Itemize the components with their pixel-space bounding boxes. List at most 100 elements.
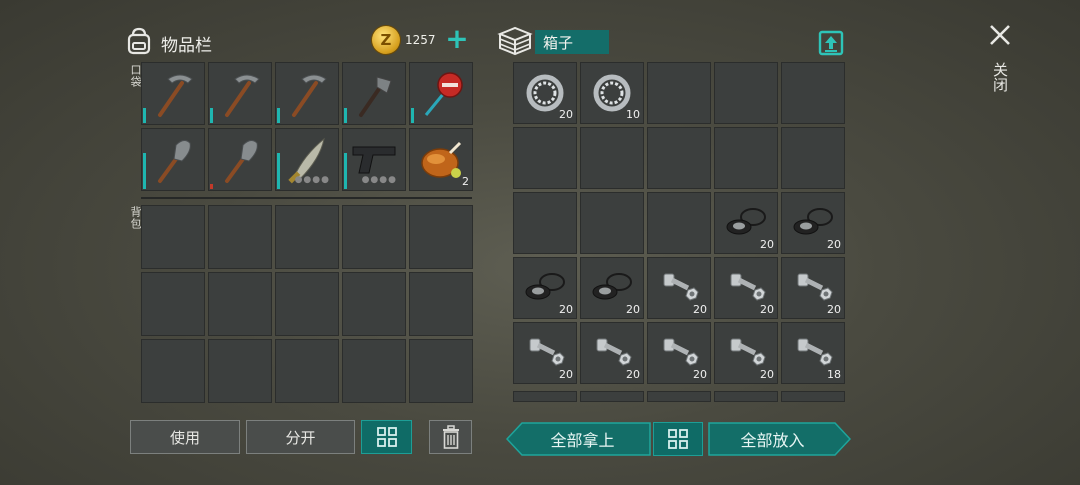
pocket-slot[interactable] (208, 128, 272, 191)
box-slot[interactable]: 20 (714, 192, 778, 254)
box-slot[interactable] (513, 391, 577, 402)
item-count: 20 (626, 303, 640, 316)
durability-bar (143, 108, 146, 123)
bolt-nut-icon (723, 268, 769, 308)
coin-icon: Z (372, 26, 400, 54)
box-slot[interactable]: 20 (513, 322, 577, 384)
backpack-slot[interactable] (409, 272, 473, 336)
backpack-slot[interactable] (275, 272, 339, 336)
box-slot[interactable] (781, 62, 845, 124)
grid-sort-icon (668, 429, 688, 449)
pocket-slot[interactable] (275, 62, 339, 125)
pocket-slot[interactable] (141, 128, 205, 191)
backpack-slot[interactable] (141, 272, 205, 336)
pocket-slot[interactable]: 2 (409, 128, 473, 191)
box-slot[interactable]: 20 (580, 322, 644, 384)
close-label[interactable]: 关闭 (990, 62, 1011, 92)
box-slot[interactable]: 20 (580, 257, 644, 319)
backpack-slot[interactable] (409, 205, 473, 269)
box-slot[interactable] (714, 391, 778, 402)
shovel-icon (146, 133, 200, 187)
take-all-button[interactable]: 全部拿上 (520, 422, 645, 456)
box-slot[interactable] (647, 391, 711, 402)
backpack-slot[interactable] (141, 205, 205, 269)
pocket-slot[interactable] (342, 62, 406, 125)
item-count: 20 (760, 303, 774, 316)
split-button[interactable]: 分开 (246, 420, 355, 454)
box-slot[interactable] (714, 127, 778, 189)
hatchet-icon (347, 67, 401, 121)
store-all-top-button[interactable] (818, 28, 844, 56)
box-slot[interactable]: 20 (781, 192, 845, 254)
pocket-slot[interactable]: ●●●● (342, 128, 406, 191)
box-slot[interactable] (781, 127, 845, 189)
backpack-slot[interactable] (208, 205, 272, 269)
pocket-slot[interactable] (409, 62, 473, 125)
box-icon (497, 26, 533, 56)
box-slot[interactable]: 20 (781, 257, 845, 319)
pickaxe-icon (280, 67, 334, 121)
inventory-header: 物品栏 Z 1257 + (124, 25, 472, 58)
box-slot[interactable] (513, 192, 577, 254)
backpack-slot[interactable] (208, 272, 272, 336)
item-count: 18 (827, 368, 841, 381)
box-slot[interactable]: 20 (714, 322, 778, 384)
gasket-icon (520, 268, 570, 308)
box-slot[interactable]: 10 (580, 62, 644, 124)
box-slot[interactable] (580, 391, 644, 402)
ammo-indicator: ●●●● (294, 175, 330, 185)
item-count: 20 (760, 238, 774, 251)
backpack-slot[interactable] (275, 205, 339, 269)
box-slot[interactable]: 20 (647, 257, 711, 319)
box-slot[interactable]: 20 (513, 257, 577, 319)
gasket-icon (788, 203, 838, 243)
put-all-button[interactable]: 全部放入 (710, 422, 835, 456)
roast-chicken-icon (414, 133, 468, 187)
use-button[interactable]: 使用 (130, 420, 240, 454)
backpack-slot[interactable] (275, 339, 339, 403)
box-slot[interactable] (781, 391, 845, 402)
backpack-slot[interactable] (141, 339, 205, 403)
box-slot[interactable]: 18 (781, 322, 845, 384)
box-slot[interactable] (580, 192, 644, 254)
box-slot[interactable] (647, 62, 711, 124)
bolt-nut-icon (656, 268, 702, 308)
box-slot[interactable]: 20 (647, 322, 711, 384)
box-slot[interactable] (714, 62, 778, 124)
backpack-slot[interactable] (342, 205, 406, 269)
add-coins-button[interactable]: + (444, 25, 470, 54)
box-slot[interactable] (580, 127, 644, 189)
backpack-slot[interactable] (342, 339, 406, 403)
durability-bar (210, 184, 213, 189)
box-slot[interactable] (647, 127, 711, 189)
upload-icon (818, 30, 844, 56)
backpack-icon (127, 27, 151, 55)
ammo-indicator: ●●●● (361, 175, 397, 185)
box-slot[interactable]: 20 (513, 62, 577, 124)
item-count: 20 (559, 303, 573, 316)
bolt-nut-icon (723, 333, 769, 373)
close-button[interactable] (985, 20, 1015, 50)
item-count: 20 (626, 368, 640, 381)
gasket-icon (587, 268, 637, 308)
trash-button[interactable] (429, 420, 472, 454)
sort-inventory-button[interactable] (361, 420, 412, 454)
box-slot[interactable] (647, 192, 711, 254)
backpack-slot[interactable] (342, 272, 406, 336)
pocket-slot[interactable] (141, 62, 205, 125)
item-count: 20 (827, 303, 841, 316)
pickaxe-icon (146, 67, 200, 121)
sort-box-button[interactable] (653, 422, 703, 456)
box-slot[interactable] (513, 127, 577, 189)
backpack-slot[interactable] (409, 339, 473, 403)
coin-count: 1257 (405, 33, 436, 47)
inventory-title: 物品栏 (161, 36, 212, 56)
backpack-slot[interactable] (208, 339, 272, 403)
durability-bar (143, 153, 146, 189)
box-slot[interactable]: 20 (714, 257, 778, 319)
item-count: 10 (626, 108, 640, 121)
durability-bar (344, 108, 347, 123)
pocket-slot[interactable]: ●●●● (275, 128, 339, 191)
bolt-nut-icon (589, 333, 635, 373)
pocket-slot[interactable] (208, 62, 272, 125)
